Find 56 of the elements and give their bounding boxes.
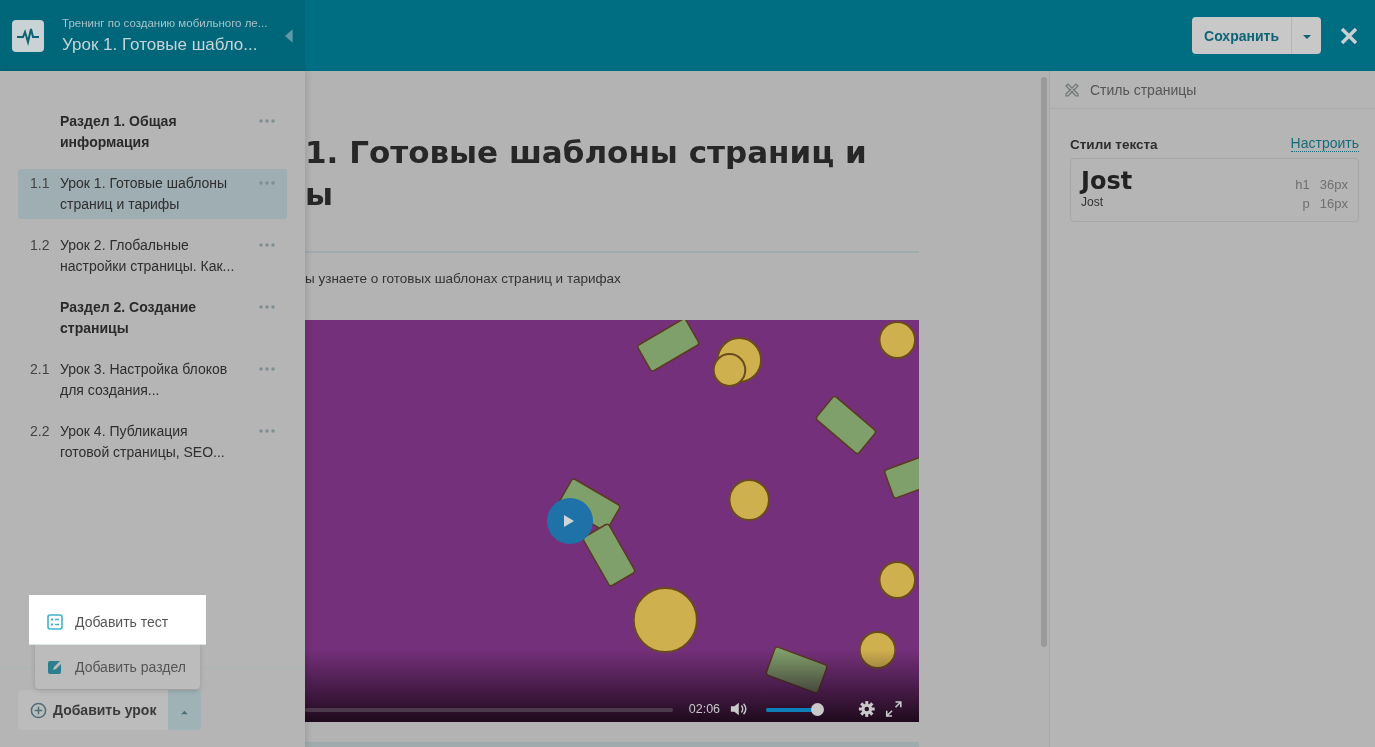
style-tag: p [1302, 196, 1310, 211]
pencil-ruler-icon [1064, 81, 1080, 98]
lesson-description: ы узнаете о готовых шаблонах страниц и тарифах [305, 271, 622, 286]
font-size: 16px [1319, 196, 1348, 211]
volume-icon[interactable] [730, 700, 748, 718]
fullscreen-icon[interactable] [885, 700, 904, 718]
collapse-icon[interactable] [285, 28, 293, 43]
course-title: Тренинг по созданию мобильного ле... [62, 16, 268, 29]
page-heading: ы [305, 175, 334, 214]
lesson-number: 1.1 [30, 174, 51, 193]
menu-item[interactable]: Добавить тест [29, 595, 206, 645]
lesson-list-item[interactable]: Раздел 1. Общая информация [18, 107, 287, 157]
caret-icon [1301, 34, 1312, 40]
item-title: Урок 3. Настройка блоков для создания... [60, 360, 229, 400]
lesson-title: Урок 1. Готовые шабло... [62, 34, 259, 55]
panel-title: Стиль страницы [1090, 81, 1197, 98]
close-icon[interactable] [1339, 25, 1359, 46]
video-time: 02:06 [688, 702, 721, 716]
caret-icon [180, 709, 190, 715]
item-title: Урок 4. Публикация готовой страницы, SEO... [60, 422, 226, 462]
style-tag: h1 [1295, 177, 1310, 192]
lesson-number: 1.2 [30, 236, 51, 255]
pulse-icon [12, 19, 44, 52]
plus-icon [30, 701, 47, 719]
heading-font: Jost [1081, 167, 1133, 195]
lesson-list-item[interactable]: 1.1 Урок 1. Готовые шаблоны страниц и тарифы [18, 169, 287, 219]
menu-item[interactable]: Добавить раздел [35, 645, 200, 689]
page-heading: 1. Готовые шаблоны страниц и [305, 133, 867, 172]
item-title: Раздел 1. Общая информация [60, 112, 178, 152]
item-title: Урок 1. Готовые шаблоны страниц и тарифы [60, 174, 229, 214]
item-title: Раздел 2. Создание страницы [60, 298, 198, 338]
settings-icon[interactable] [857, 700, 876, 718]
body-font: Jost [1081, 195, 1104, 209]
scrollbar[interactable] [1041, 77, 1047, 647]
more-icon[interactable] [259, 305, 275, 309]
font-size: 36px [1319, 177, 1348, 192]
lesson-list-item[interactable]: 1.2 Урок 2. Глобальные настройки страницы. Как... [18, 231, 287, 281]
lesson-list-item[interactable]: Раздел 2. Создание страницы [18, 293, 287, 343]
more-icon[interactable] [259, 243, 275, 247]
play-icon [563, 514, 575, 528]
list-icon [47, 614, 63, 630]
lesson-list-item[interactable]: 2.1 Урок 3. Настройка блоков для создания... [18, 355, 287, 405]
font-card[interactable]: Jost Jost h1 36px p 16px [1070, 158, 1359, 222]
item-title: Урок 2. Глобальные настройки страницы. Как... [60, 236, 236, 276]
edit-icon [47, 659, 63, 675]
more-icon[interactable] [259, 429, 275, 433]
add-options-button[interactable] [168, 690, 202, 730]
lesson-number: 2.2 [30, 422, 51, 441]
more-icon[interactable] [259, 367, 275, 371]
more-icon[interactable] [259, 181, 275, 185]
lesson-list-item[interactable]: 2.2 Урок 4. Публикация готовой страницы, SEO... [18, 417, 287, 467]
lesson-number: 2.1 [30, 360, 51, 379]
more-icon[interactable] [259, 119, 275, 123]
progress-bar[interactable] [305, 708, 673, 712]
section-title: Стили текста [1070, 137, 1158, 152]
add-lesson-button[interactable]: Добавить урок [18, 690, 169, 730]
